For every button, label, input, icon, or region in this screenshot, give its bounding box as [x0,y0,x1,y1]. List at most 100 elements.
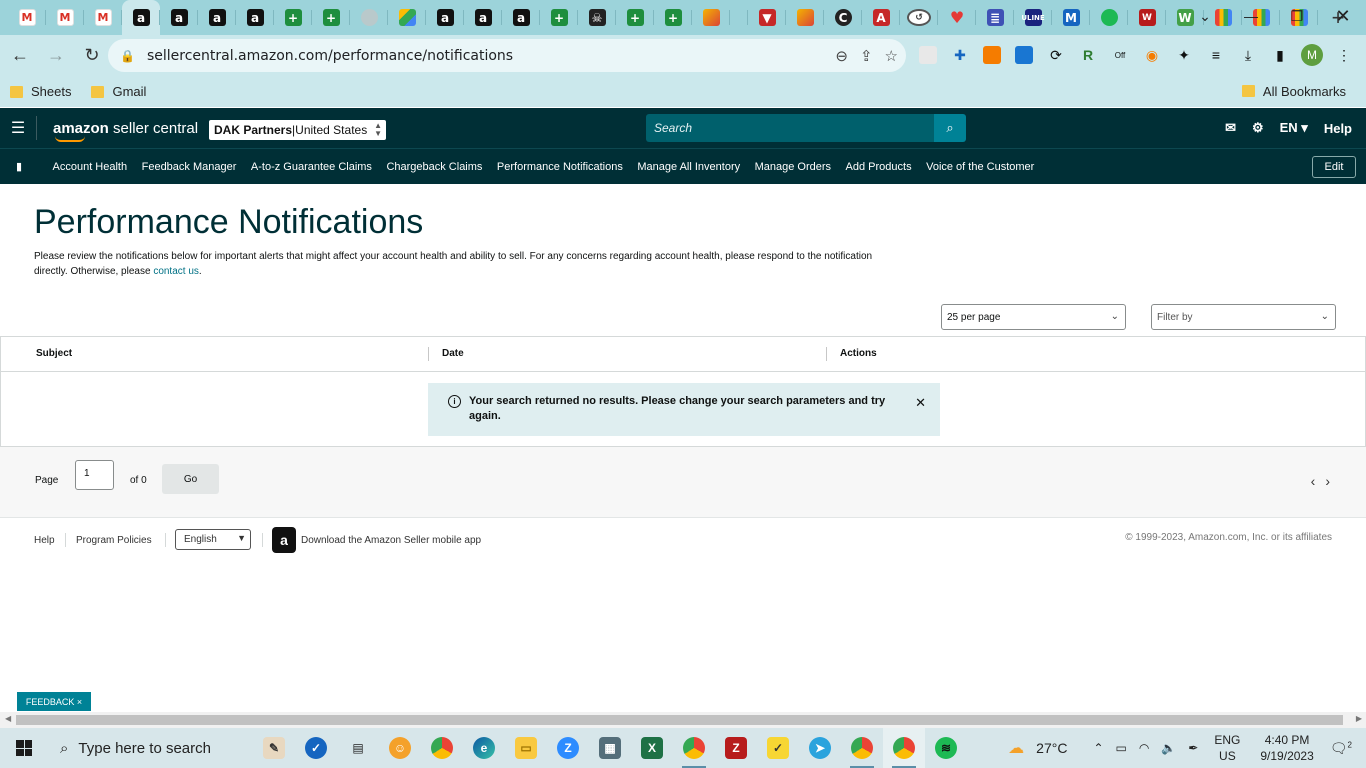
filezilla-icon[interactable]: Z [715,728,757,768]
account-switcher[interactable]: DAK Partners | United States ▲ ▼ [209,120,386,140]
nav-add-products[interactable]: Add Products [846,161,912,173]
nav-performance-notifications[interactable]: Performance Notifications [497,161,623,173]
filter-select[interactable]: Filter by ⌄ [1151,304,1336,330]
nav-account-health[interactable]: Account Health [53,161,128,173]
extension-icon[interactable] [1008,39,1040,71]
extension-icon[interactable]: ✚ [944,39,976,71]
hamburger-menu-icon[interactable]: ☰ [0,118,36,138]
battery-icon[interactable]: ▭ [1110,741,1133,755]
address-bar[interactable]: 🔒 sellercentral.amazon.com/performance/n… [108,39,906,72]
extension-off-icon[interactable]: Off [1104,39,1136,71]
taskbar-search[interactable]: ⌕ Type here to search [48,728,253,768]
program-policies-link[interactable]: Program Policies [76,535,152,546]
browser-tab[interactable]: a [236,0,274,35]
weather-icon[interactable]: ☁ [1002,738,1030,758]
pen-icon[interactable]: ✒ [1182,741,1204,755]
volume-icon[interactable]: 🔈 [1155,741,1182,755]
gear-icon[interactable]: ⚙ [1252,120,1264,136]
checkmark-icon[interactable]: ✓ [295,728,337,768]
calculator-icon[interactable]: ▦ [589,728,631,768]
chevron-left-icon[interactable]: ‹ [1311,473,1316,489]
url-text[interactable]: sellercentral.amazon.com/performance/not… [147,48,513,64]
reload-icon[interactable]: ↻ [76,40,108,72]
browser-tab[interactable]: + [540,0,578,35]
browser-tab[interactable]: ♥ [938,0,976,35]
mail-icon[interactable]: ✉ [1225,120,1236,136]
bookmark-icon[interactable]: ▮ [0,160,38,173]
task-view-icon[interactable]: ▤ [337,728,379,768]
browser-tab[interactable] [730,0,748,35]
close-icon[interactable]: ✕ [915,395,926,410]
chrome-icon[interactable] [421,728,463,768]
extension-icon[interactable]: R [1072,39,1104,71]
browser-tab[interactable]: W [1128,0,1166,35]
chrome-profile-icon[interactable] [673,728,715,768]
notepad-icon[interactable]: ✎ [253,728,295,768]
contact-us-link[interactable]: contact us [153,266,199,277]
profile-avatar[interactable]: M [1301,44,1323,66]
browser-tab[interactable]: M [46,0,84,35]
browser-tab[interactable]: M [8,0,46,35]
column-subject[interactable]: Subject [36,348,72,359]
wifi-icon[interactable]: ◠ [1133,741,1155,755]
nav-feedback-manager[interactable]: Feedback Manager [142,161,237,173]
browser-tab[interactable]: ▼ [748,0,786,35]
browser-tab[interactable]: a [502,0,540,35]
puzzle-icon[interactable]: ✦ [1168,39,1200,71]
excel-icon[interactable]: X [631,728,673,768]
browser-tab[interactable]: + [274,0,312,35]
close-window-icon[interactable]: ✕ [1320,0,1366,32]
nav-manage-orders[interactable]: Manage Orders [755,161,831,173]
reading-list-icon[interactable]: ≡ [1200,39,1232,71]
footer-help-link[interactable]: Help [34,535,55,546]
browser-tab[interactable]: C [824,0,862,35]
input-language[interactable]: ENG US [1204,732,1250,764]
chevron-right-icon[interactable]: › [1325,473,1330,489]
browser-tab[interactable]: + [616,0,654,35]
browser-tab[interactable]: + [654,0,692,35]
zoom-icon[interactable]: Z [547,728,589,768]
telegram-icon[interactable]: ➤ [799,728,841,768]
extension-icon[interactable]: ◉ [1136,39,1168,71]
help-link[interactable]: Help [1324,121,1352,136]
share-icon[interactable]: ⇪ [860,47,873,65]
character-icon[interactable]: ☺ [379,728,421,768]
nav-manage-inventory[interactable]: Manage All Inventory [637,161,740,173]
browser-tab[interactable]: ≣ [976,0,1014,35]
seller-central-logo[interactable]: amazon seller central [53,120,198,142]
edit-nav-button[interactable]: Edit [1312,156,1356,178]
browser-tab[interactable]: ↺ [900,0,938,35]
extension-icon[interactable] [976,39,1008,71]
scroll-left-icon[interactable]: ◀ [5,714,11,723]
extension-icon[interactable]: ⟳ [1040,39,1072,71]
browser-tab[interactable]: a [426,0,464,35]
download-app-link[interactable]: Download the Amazon Seller mobile app [301,535,481,546]
all-bookmarks[interactable]: All Bookmarks [1232,78,1356,104]
spotify-icon[interactable]: ≋ [925,728,967,768]
bookmark-star-icon[interactable]: ☆ [885,47,898,65]
browser-tab[interactable]: a [464,0,502,35]
bookmark-sheets[interactable]: Sheets [0,79,81,105]
browser-tab[interactable] [1090,0,1128,35]
browser-tab[interactable]: + [312,0,350,35]
footer-language-select[interactable]: English ▼ [175,529,251,550]
extension-icon[interactable] [912,39,944,71]
browser-tab[interactable] [388,0,426,35]
file-explorer-icon[interactable]: ▭ [505,728,547,768]
search-input[interactable]: Search [646,114,934,142]
browser-tab[interactable] [786,0,824,35]
zoom-icon[interactable]: ⊖ [835,47,848,65]
menu-icon[interactable]: ⋮ [1328,39,1360,71]
go-button[interactable]: Go [162,464,219,494]
side-panel-icon[interactable]: ▮ [1264,39,1296,71]
nav-voice-of-customer[interactable]: Voice of the Customer [926,161,1034,173]
scroll-thumb[interactable] [16,715,1343,725]
clock[interactable]: 4:40 PM 9/19/2023 [1250,732,1323,764]
start-button[interactable] [0,728,48,768]
scroll-right-icon[interactable]: ▶ [1356,714,1362,723]
amazon-app-icon[interactable]: a [272,527,296,553]
search-icon[interactable]: ⌕ [934,114,966,142]
chevron-up-icon[interactable]: ⌃ [1087,741,1109,755]
browser-tab[interactable]: a [160,0,198,35]
browser-tab[interactable]: ☠ [578,0,616,35]
